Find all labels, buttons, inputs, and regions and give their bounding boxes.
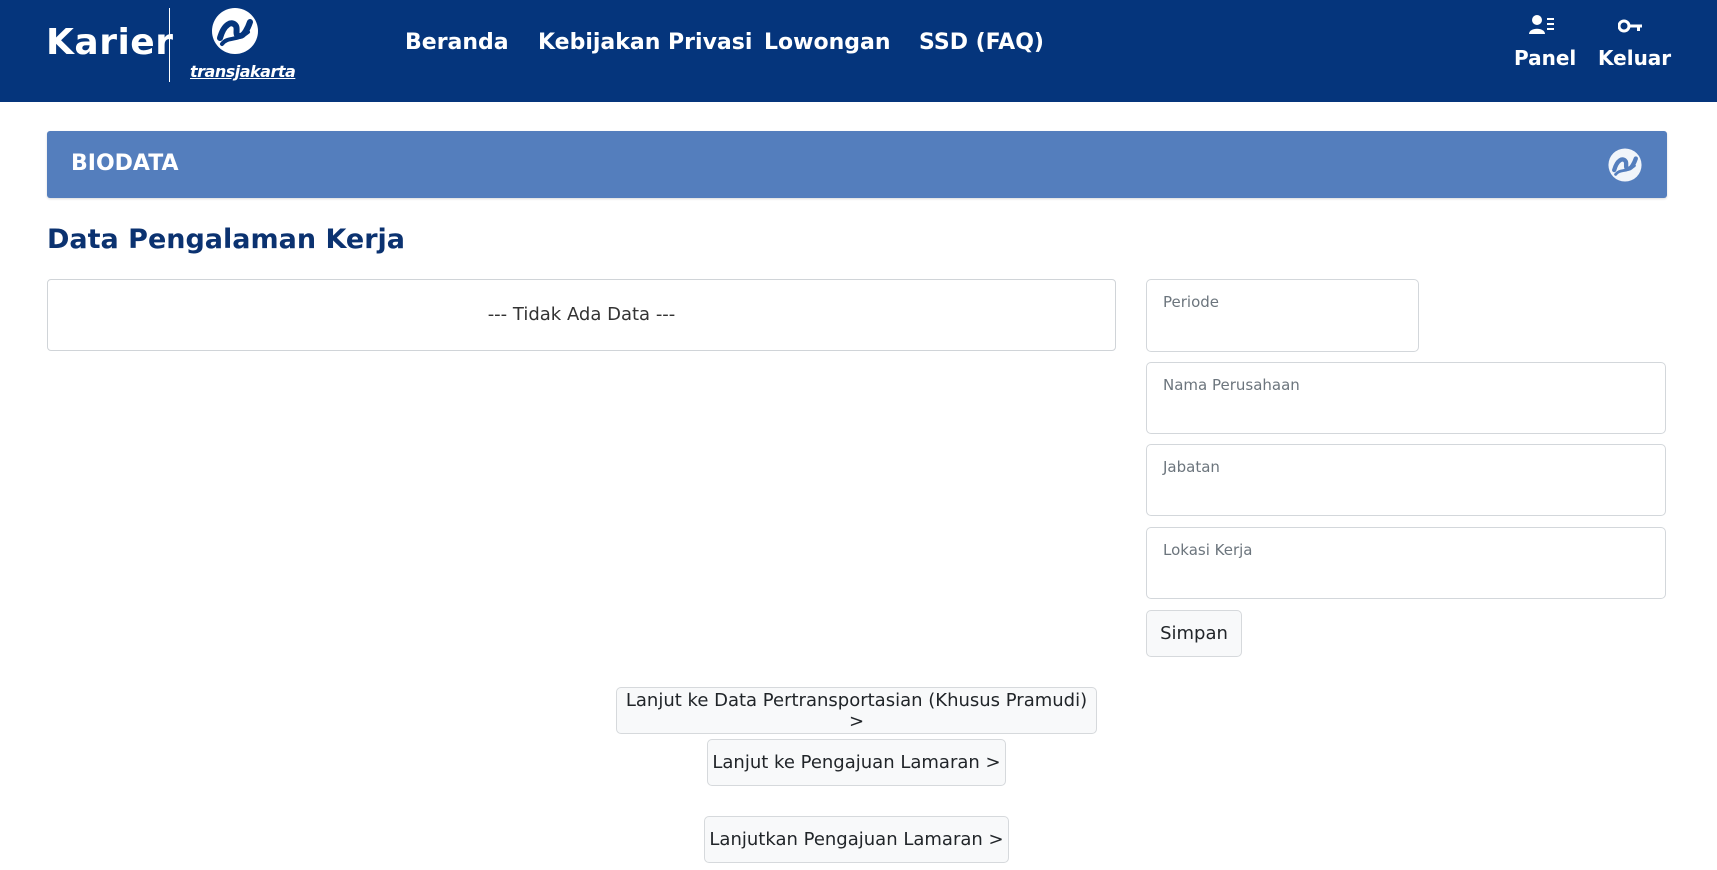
logo-text: transjakarta	[190, 62, 296, 81]
nav-kebijakan-privasi[interactable]: Kebijakan Privasi	[538, 30, 752, 55]
periode-field[interactable]: Periode	[1146, 279, 1419, 352]
brand-title[interactable]: Karier	[46, 22, 173, 63]
biodata-title: BIODATA	[71, 151, 179, 176]
panel-label: Panel	[1514, 46, 1577, 70]
transjakarta-emblem-icon	[1608, 148, 1642, 182]
transjakarta-logo[interactable]: transjakarta	[190, 6, 296, 84]
company-name-field[interactable]: Nama Perusahaan	[1146, 362, 1666, 434]
key-icon	[1598, 14, 1664, 40]
periode-input[interactable]	[1147, 280, 1418, 351]
transjakarta-emblem-icon	[212, 8, 258, 54]
save-button[interactable]: Simpan	[1146, 610, 1242, 657]
nav-lowongan[interactable]: Lowongan	[764, 30, 891, 55]
top-navbar: Karier transjakarta Beranda Kebijakan Pr…	[0, 0, 1717, 102]
logout-button[interactable]: Keluar	[1598, 14, 1671, 70]
biodata-header: BIODATA	[47, 131, 1667, 198]
brand-divider	[169, 8, 170, 82]
work-location-field[interactable]: Lokasi Kerja	[1146, 527, 1666, 599]
experience-table: --- Tidak Ada Data ---	[47, 279, 1116, 351]
user-card-icon	[1514, 14, 1570, 40]
section-title: Data Pengalaman Kerja	[47, 224, 406, 255]
apply-button[interactable]: Lanjut ke Pengajuan Lamaran >	[707, 739, 1006, 786]
work-location-input[interactable]	[1147, 528, 1665, 598]
transport-data-button[interactable]: Lanjut ke Data Pertransportasian (Khusus…	[616, 687, 1097, 734]
logout-label: Keluar	[1598, 46, 1672, 70]
position-field[interactable]: Jabatan	[1146, 444, 1666, 516]
nav-ssd-faq[interactable]: SSD (FAQ)	[919, 30, 1044, 55]
company-name-input[interactable]	[1147, 363, 1665, 433]
continue-application-button[interactable]: Lanjutkan Pengajuan Lamaran >	[704, 816, 1009, 863]
panel-button[interactable]: Panel	[1514, 14, 1576, 70]
empty-table-message: --- Tidak Ada Data ---	[487, 304, 676, 325]
nav-beranda[interactable]: Beranda	[405, 30, 509, 55]
position-input[interactable]	[1147, 445, 1665, 515]
